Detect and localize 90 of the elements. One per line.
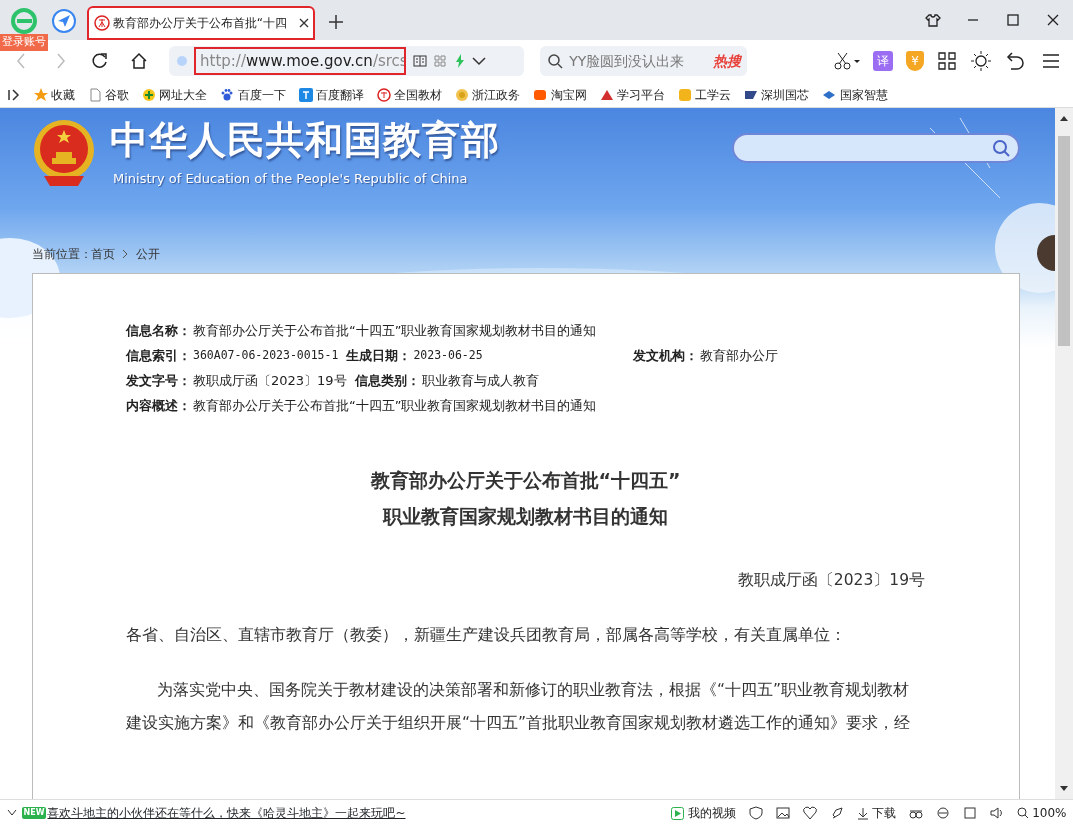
close-icon[interactable] (1045, 12, 1061, 28)
field-label: 信息类别： (354, 372, 420, 390)
brightness-icon[interactable] (970, 50, 992, 72)
document-number: 教职成厅函〔2023〕19号 (736, 570, 925, 591)
search-field[interactable]: YY脸圆到没认出来 热搜 (540, 46, 748, 76)
play-icon (671, 806, 685, 820)
breadcrumb-link[interactable]: 公开 (135, 245, 160, 263)
salutation: 各省、自治区、直辖市教育厅（教委），新疆生产建设兵团教育局，部属各高等学校，有关直属单位： (126, 625, 847, 646)
news-link[interactable]: 喜欢斗地主的小伙伴还在等什么，快来《哈灵斗地主》一起来玩吧~ (47, 804, 406, 822)
download-button[interactable]: 下载 (856, 804, 896, 822)
field-label: 发文机构： (633, 347, 698, 365)
site-title: 中华人民共和国教育部 (110, 120, 500, 162)
skin-icon[interactable] (925, 12, 941, 28)
field-value: 2023-06-25 (413, 347, 483, 364)
bookmark-item[interactable]: 浙江政务 (455, 85, 521, 104)
coin-icon (455, 87, 469, 102)
home-icon[interactable] (130, 52, 148, 70)
document-title: 职业教育国家规划教材书目的通知 (381, 504, 669, 529)
field-value: 职业教育与成人教育 (421, 372, 539, 390)
field-value: 教育部办公厅关于公布首批“十四五”职业教育国家规划教材书目的通知 (193, 322, 597, 340)
zoom-icon (1016, 807, 1029, 819)
field-value: 360A07-06-2023-0015-1 (193, 347, 339, 364)
window-icon[interactable] (962, 806, 977, 820)
scrollbar[interactable] (1055, 108, 1073, 799)
navigate-icon[interactable] (51, 8, 77, 34)
search-icon (546, 53, 563, 69)
search-icon (992, 139, 1010, 157)
bookmark-item[interactable]: 网址大全 (142, 85, 208, 104)
speaker-icon[interactable] (989, 806, 1004, 820)
bookmark-item[interactable]: 百度翻译 (298, 85, 364, 104)
field-label: 发文字号： (126, 372, 191, 390)
emblem-icon (93, 15, 110, 31)
bookmark-item[interactable]: 百度一下 (220, 85, 286, 104)
paw-icon (220, 87, 235, 102)
reader-icon[interactable] (412, 54, 427, 68)
browser-tab[interactable]: 教育部办公厅关于公布首批“十四 (87, 6, 315, 40)
expand-icon[interactable] (6, 809, 17, 817)
my-videos-button[interactable]: 我的视频 (671, 804, 736, 822)
bookmark-item[interactable]: 谷歌 (87, 85, 129, 104)
apps-grid-icon[interactable] (937, 51, 957, 71)
hot-search-label[interactable]: 热搜 (712, 50, 741, 72)
heart-pulse-icon[interactable] (802, 806, 817, 820)
breadcrumb-link[interactable]: 首页 (90, 245, 115, 263)
field-value: 教育部办公厅 (700, 347, 778, 365)
field-value: 教育部办公厅关于公布首批“十四五”职业教育国家规划教材书目的通知 (193, 397, 597, 415)
document-title: 教育部办公厅关于公布首批“十四五” (369, 468, 682, 493)
search-placeholder: YY脸圆到没认出来 (569, 51, 686, 71)
bookmark-item[interactable]: 工学云 (677, 85, 731, 104)
field-label: 信息索引： (126, 347, 191, 365)
bookmark-item[interactable]: 淘宝网 (533, 85, 587, 104)
star-icon (33, 87, 48, 102)
bookmark-item[interactable]: 学习平台 (599, 85, 665, 104)
menu-icon[interactable] (1042, 53, 1060, 69)
emblem-icon (376, 87, 391, 102)
site-icon (533, 87, 548, 102)
translate-button[interactable]: 译 (873, 51, 893, 71)
site-subtitle: Ministry of Education of the People's Republic of China (113, 170, 468, 188)
bookmark-item[interactable]: 全国教材 (376, 85, 442, 104)
maximize-icon[interactable] (1005, 12, 1021, 28)
field-value: 教职成厅函〔2023〕19号 (193, 372, 347, 390)
plus-icon (142, 87, 156, 102)
bookmark-item[interactable]: 收藏 (33, 85, 75, 104)
image-icon[interactable] (775, 806, 790, 820)
paragraph: 为落实党中央、国务院关于教材建设的决策部署和新修订的职业教育法，根据《“十四五”职业教育规划教材建设实施方案》和《教育部办公厅关于组织开展“十四五”首批职业教育国家规划教材遴选工作的通知》要求，经 (126, 680, 912, 734)
field-label: 生成日期： (346, 347, 412, 365)
tab-title: 教育部办公厅关于公布首批“十四 (112, 15, 288, 32)
download-icon (856, 806, 869, 820)
reload-icon[interactable] (91, 52, 109, 70)
field-label: 内容概述： (126, 397, 191, 415)
bookmark-item[interactable]: 国家智慧 (822, 85, 888, 104)
sidebar-toggle-icon[interactable] (6, 87, 21, 102)
zoom-button[interactable]: 100% (1016, 804, 1067, 822)
scroll-up-icon[interactable] (1059, 114, 1069, 122)
new-badge: NEW (21, 807, 47, 819)
breadcrumb-label: 当前位置： (32, 246, 92, 263)
site-icon (677, 87, 692, 102)
scrollbar-thumb[interactable] (1058, 136, 1070, 346)
scroll-down-icon[interactable] (1059, 785, 1069, 793)
chevron-right-icon (121, 249, 129, 259)
page-icon (87, 87, 102, 102)
shield-icon[interactable] (748, 806, 763, 820)
close-icon[interactable] (298, 18, 309, 28)
site-search-field[interactable] (732, 133, 1020, 163)
bookmark-item[interactable]: 深圳国芯 (744, 85, 810, 104)
dropdown-icon[interactable] (472, 56, 486, 66)
scissors-icon[interactable] (834, 52, 860, 70)
translate-icon (298, 87, 313, 102)
security-icon (175, 55, 188, 67)
new-tab-icon[interactable] (329, 15, 343, 29)
field-label: 信息名称： (126, 322, 191, 340)
